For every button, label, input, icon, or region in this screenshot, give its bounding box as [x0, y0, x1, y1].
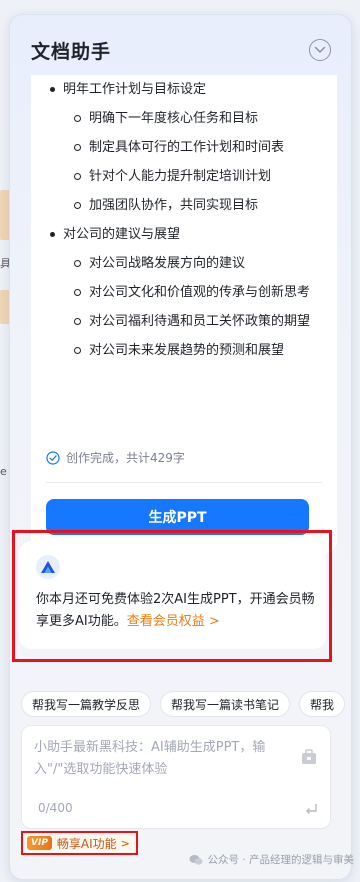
outline-item-text: 明确下一年度核心任务和目标 — [89, 111, 259, 126]
outline-item: 明年工作计划与目标设定 — [31, 75, 337, 104]
ring-bullet-icon — [74, 260, 81, 267]
ring-bullet-icon — [74, 202, 81, 209]
suggestion-chips: 帮我写一篇教学反思 帮我写一篇读书笔记 帮我 — [21, 691, 346, 717]
prompt-input[interactable] — [34, 737, 292, 785]
completion-text: 创作完成，共计429字 — [66, 451, 185, 465]
suggestion-chip[interactable]: 帮我写一篇教学反思 — [21, 691, 152, 717]
quota-card: 你本月还可免费体验2次AI生成PPT，开通会员畅享更多AI功能。查看会员权益 > — [19, 541, 326, 649]
outline-item: 针对个人能力提升制定培训计划 — [31, 162, 337, 191]
outline-item: 对公司未来发展趋势的预测和展望 — [31, 336, 337, 365]
enter-icon[interactable] — [304, 802, 318, 816]
bullet-icon — [50, 87, 55, 92]
collapse-button[interactable] — [309, 39, 331, 61]
watermark-text: 公众号 · 产品经理的逻辑与审美 — [207, 854, 354, 866]
outline-item-text: 针对个人能力提升制定培训计划 — [89, 169, 272, 184]
bag-icon[interactable] — [300, 748, 318, 766]
ring-bullet-icon — [74, 289, 81, 296]
panel-title: 文档助手 — [31, 41, 112, 63]
outline-item-text: 对公司福利待遇和员工关怀政策的期望 — [89, 314, 311, 329]
outline-item: 加强团队协作，共同实现目标 — [31, 191, 337, 220]
bullet-icon — [50, 232, 55, 237]
outline-item: 对公司的建议与展望 — [31, 220, 337, 249]
outline-item-text: 制定具体可行的工作计划和时间表 — [89, 140, 285, 155]
outline-item: 对公司战略发展方向的建议 — [31, 249, 337, 278]
outline-item-text: 对公司未来发展趋势的预测和展望 — [89, 343, 285, 358]
outline-item: 明确下一年度核心任务和目标 — [31, 104, 337, 133]
watermark: 公众号 · 产品经理的逻辑与审美 — [189, 852, 354, 867]
suggestion-chip[interactable]: 帮我 — [299, 691, 346, 717]
completion-status: 创作完成，共计429字 — [46, 449, 185, 466]
ai-logo-icon — [36, 555, 60, 579]
ring-bullet-icon — [74, 115, 81, 122]
background-text: e — [0, 465, 7, 478]
quota-message: 你本月还可免费体验2次AI生成PPT，开通会员畅享更多AI功能。查看会员权益 > — [36, 589, 316, 633]
outline-item: 对公司文化和价值观的传承与创新思考 — [31, 278, 337, 307]
chevron-down-icon — [314, 46, 326, 53]
suggestion-chip[interactable]: 帮我写一篇读书笔记 — [160, 691, 291, 717]
vip-upgrade-button[interactable]: VIP 畅享AI功能 > — [21, 831, 138, 855]
check-circle-icon — [46, 450, 60, 465]
vip-badge: VIP — [27, 836, 52, 850]
prompt-input-box: 0/400 — [21, 725, 331, 829]
outline-item-text: 对公司的建议与展望 — [63, 227, 181, 242]
outline-item-text: 明年工作计划与目标设定 — [63, 82, 207, 97]
outline-item-text: 对公司战略发展方向的建议 — [89, 256, 246, 271]
vip-label: 畅享AI功能 — [56, 836, 117, 851]
char-count: 0/400 — [38, 801, 73, 815]
divider — [46, 482, 322, 483]
chevron-right-icon: > — [120, 836, 130, 850]
ring-bullet-icon — [74, 318, 81, 325]
view-membership-link[interactable]: 查看会员权益 > — [127, 614, 220, 629]
wechat-icon — [189, 854, 203, 865]
outline-item: 制定具体可行的工作计划和时间表 — [31, 133, 337, 162]
outline-item: 对公司福利待遇和员工关怀政策的期望 — [31, 307, 337, 336]
ring-bullet-icon — [74, 347, 81, 354]
ring-bullet-icon — [74, 173, 81, 180]
ring-bullet-icon — [74, 144, 81, 151]
outline-card: 明年工作计划与目标设定明确下一年度核心任务和目标制定具体可行的工作计划和时间表针… — [31, 75, 337, 553]
outline-item-text: 加强团队协作，共同实现目标 — [89, 198, 259, 213]
outline-item-text: 对公司文化和价值观的传承与创新思考 — [89, 285, 311, 300]
outline-list: 明年工作计划与目标设定明确下一年度核心任务和目标制定具体可行的工作计划和时间表针… — [31, 75, 337, 365]
